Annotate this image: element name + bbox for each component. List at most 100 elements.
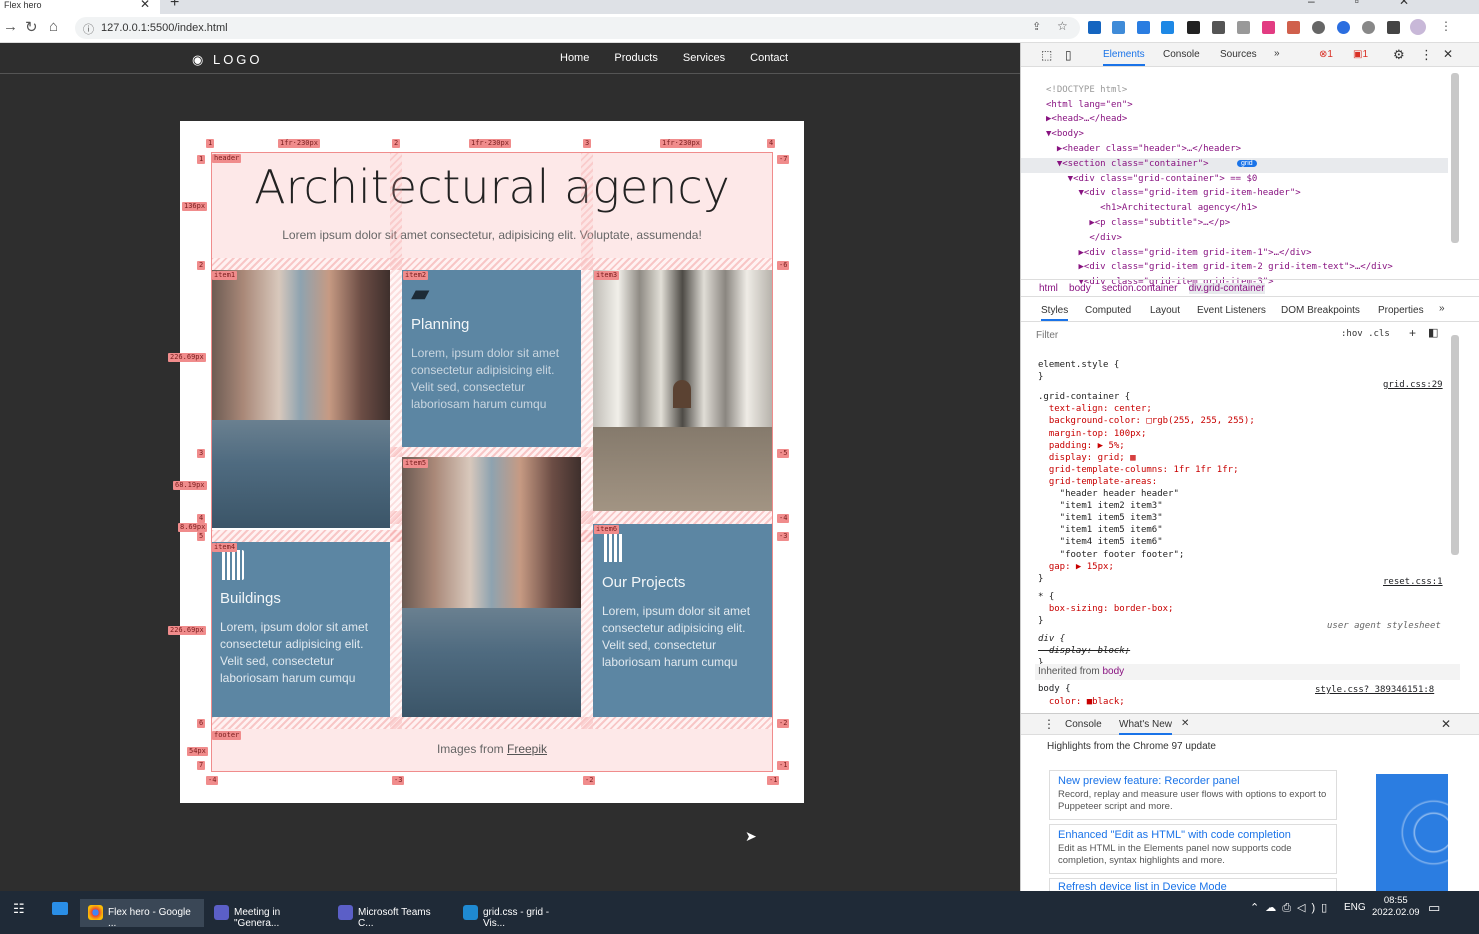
close-icon[interactable]: ✕	[1181, 718, 1189, 729]
dom-tree[interactable]: <!DOCTYPE html> <html lang="en"> ▶<head>…<…	[1046, 68, 1393, 290]
css-line[interactable]: element.style {	[1038, 359, 1255, 371]
css-line[interactable]: "item1 item2 item3"	[1038, 500, 1255, 512]
extension-icon[interactable]	[1337, 21, 1350, 34]
language-indicator[interactable]: ENG	[1344, 902, 1366, 913]
styles-filter-input[interactable]	[1036, 327, 1326, 343]
nav-services[interactable]: Services	[683, 52, 725, 64]
css-line[interactable]: display: grid; ▦	[1038, 452, 1255, 464]
css-line[interactable]: .grid-container {	[1038, 391, 1255, 403]
body-rule[interactable]: body { color: ■black;	[1038, 683, 1125, 709]
extension-icon[interactable]	[1312, 21, 1325, 34]
source-link[interactable]: reset.css:1	[1383, 576, 1443, 588]
css-line[interactable]: margin-top: 100px;	[1038, 428, 1255, 440]
task-view-icon[interactable]: ☷	[13, 901, 25, 917]
dom-line[interactable]: ▶<head>…</head>	[1046, 112, 1393, 127]
css-line[interactable]: }	[1038, 615, 1255, 627]
dom-line[interactable]: <html lang="en">	[1046, 98, 1393, 113]
extension-icon[interactable]	[1237, 21, 1250, 34]
css-line[interactable]: }	[1038, 573, 1255, 585]
dom-line[interactable]: ▶<p class="subtitle">…</p>	[1046, 216, 1393, 231]
taskbar-item-teams[interactable]: Microsoft Teams C...	[330, 899, 452, 929]
dom-line[interactable]: <!DOCTYPE html>	[1046, 83, 1393, 98]
news-card[interactable]: Enhanced "Edit as HTML" with code comple…	[1049, 824, 1337, 874]
avatar[interactable]	[1410, 19, 1426, 35]
issue-count[interactable]: ▣1	[1353, 49, 1368, 60]
css-line[interactable]: display: block;	[1038, 645, 1255, 657]
nav-contact[interactable]: Contact	[750, 52, 788, 64]
breadcrumb-item[interactable]: body	[1069, 283, 1091, 294]
tab-console[interactable]: Console	[1163, 49, 1200, 60]
css-line[interactable]: grid-template-columns: 1fr 1fr 1fr;	[1038, 464, 1255, 476]
dom-line[interactable]: ▶<div class="grid-item grid-item-1">…</d…	[1046, 246, 1393, 261]
new-tab-icon[interactable]: +	[170, 0, 179, 12]
menu-dots-icon[interactable]: ⋮	[1440, 19, 1453, 33]
tab-elements[interactable]: Elements	[1103, 49, 1145, 66]
drawer-tab-whats-new[interactable]: What's New	[1119, 719, 1173, 735]
dom-line[interactable]: ▼<div class="grid-item grid-item-header"…	[1046, 186, 1393, 201]
breadcrumb-item[interactable]: section.container	[1102, 283, 1178, 294]
css-line[interactable]: }	[1038, 371, 1255, 383]
tab-sources[interactable]: Sources	[1220, 49, 1257, 60]
extension-icon[interactable]	[1287, 21, 1300, 34]
inspect-icon[interactable]: ⬚	[1041, 48, 1052, 62]
nav-home[interactable]: Home	[560, 52, 589, 64]
extension-icon[interactable]	[1212, 21, 1225, 34]
error-count[interactable]: ⊗1	[1319, 49, 1333, 60]
css-line[interactable]: gap: ▶ 15px;	[1038, 561, 1255, 573]
drawer-tab-console[interactable]: Console	[1065, 719, 1102, 730]
dom-line[interactable]: ▼<section class="container">	[1046, 157, 1393, 172]
css-line[interactable]: "item1 item5 item3"	[1038, 512, 1255, 524]
close-drawer-icon[interactable]: ✕	[1441, 717, 1451, 731]
info-icon[interactable]: ⓘ	[83, 21, 94, 37]
subtab-dom-breakpoints[interactable]: DOM Breakpoints	[1281, 305, 1360, 316]
sidebar-toggle-icon[interactable]: ◧	[1428, 326, 1438, 339]
device-toggle-icon[interactable]: ▯	[1065, 48, 1072, 62]
dom-line[interactable]: </div>	[1046, 231, 1393, 246]
extension-icon[interactable]	[1161, 21, 1174, 34]
inherited-from-link[interactable]: body	[1102, 666, 1124, 677]
extension-icon[interactable]	[1112, 21, 1125, 34]
css-line[interactable]: * {	[1038, 591, 1255, 603]
menu-dots-icon[interactable]: ⋮	[1420, 47, 1433, 63]
system-tray-icons[interactable]: ⌃☁⎙◁)▯	[1250, 901, 1333, 915]
css-line[interactable]: "item4 item5 item6"	[1038, 536, 1255, 548]
close-tab-icon[interactable]: ✕	[140, 0, 150, 11]
extension-icon[interactable]	[1187, 21, 1200, 34]
css-line[interactable]: "header header header"	[1038, 488, 1255, 500]
taskbar-item-vscode[interactable]: grid.css - grid - Vis...	[455, 899, 577, 929]
news-title[interactable]: Refresh device list in Device Mode	[1058, 881, 1328, 891]
nav-products[interactable]: Products	[614, 52, 657, 64]
extension-icon[interactable]	[1137, 21, 1150, 34]
dom-line[interactable]: <h1>Architectural agency</h1>	[1046, 201, 1393, 216]
news-card[interactable]: New preview feature: Recorder panel Reco…	[1049, 770, 1337, 820]
subtab-computed[interactable]: Computed	[1085, 305, 1131, 316]
breadcrumb-item[interactable]: html	[1039, 283, 1058, 294]
css-line[interactable]: "footer footer footer";	[1038, 549, 1255, 561]
close-icon[interactable]: ✕	[1443, 47, 1453, 61]
bookmark-star-icon[interactable]: ☆	[1057, 19, 1070, 33]
more-subtabs-icon[interactable]: »	[1439, 303, 1445, 314]
explorer-icon[interactable]	[52, 902, 68, 915]
news-title[interactable]: Enhanced "Edit as HTML" with code comple…	[1058, 829, 1328, 841]
dom-line[interactable]: ▶<div class="grid-item grid-item-2 grid-…	[1046, 260, 1393, 275]
taskbar-item-chrome[interactable]: Flex hero - Google ...	[80, 899, 204, 929]
breadcrumb-item[interactable]: div.grid-container	[1188, 283, 1265, 294]
back-icon[interactable]: →	[3, 18, 18, 35]
address-bar[interactable]: ⓘ 127.0.0.1:5500/index.html	[75, 17, 1080, 39]
css-line[interactable]: text-align: center;	[1038, 403, 1255, 415]
site-logo[interactable]: ◉ LOGO	[192, 52, 263, 68]
window-controls[interactable]: –▫✕	[1308, 0, 1449, 8]
extension-icon[interactable]	[1262, 21, 1275, 34]
news-title[interactable]: New preview feature: Recorder panel	[1058, 775, 1328, 787]
subtab-properties[interactable]: Properties	[1378, 305, 1424, 316]
browser-tab[interactable]: Flex hero	[0, 0, 160, 14]
extension-icon[interactable]	[1088, 21, 1101, 34]
puzzle-icon[interactable]	[1387, 21, 1400, 34]
settings-gear-icon[interactable]: ⚙	[1393, 47, 1405, 63]
scrollbar[interactable]	[1451, 73, 1459, 243]
css-line[interactable]: grid-template-areas:	[1038, 476, 1255, 488]
share-icon[interactable]: ⇪	[1032, 20, 1045, 33]
grid-badge[interactable]: grid	[1237, 160, 1257, 167]
home-icon[interactable]: ⌂	[49, 18, 58, 35]
css-line[interactable]: background-color: □rgb(255, 255, 255);	[1038, 415, 1255, 427]
